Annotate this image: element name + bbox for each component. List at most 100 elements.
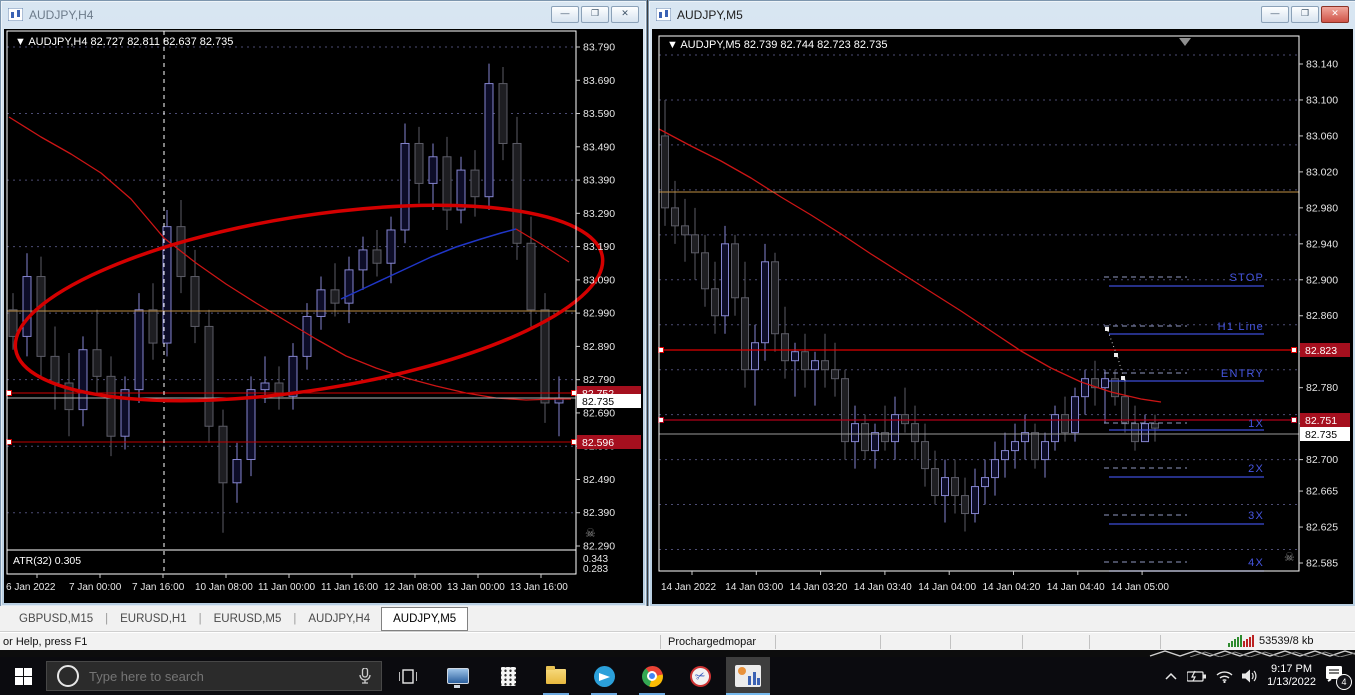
- price-axis-label: 83.100: [1306, 94, 1338, 106]
- price-axis-label: 82.890: [583, 341, 615, 353]
- wifi-icon[interactable]: [1216, 670, 1233, 683]
- chart-area-h4: 83.790 83.690 83.590 83.490 83.390 83.290 83.1…: [4, 29, 643, 603]
- price-axis-label: 82.490: [583, 474, 615, 486]
- chart-tab-audjpy-h4[interactable]: AUDJPY,H4: [297, 609, 381, 629]
- metatrader-icon: [735, 665, 761, 687]
- calculator-icon: [500, 666, 516, 686]
- price-axis-label: 83.190: [583, 241, 615, 253]
- level-label-h1-line: H1 Line: [1218, 321, 1264, 333]
- action-center-button[interactable]: 4: [1325, 665, 1352, 690]
- taskbar-app-file-explorer[interactable]: [534, 657, 578, 695]
- trendline-node: [1105, 327, 1109, 331]
- taskbar-app-telegram[interactable]: [582, 657, 626, 695]
- chart-legend: ▼ AUDJPY,H4 82.727 82.811 82.637 82.735: [15, 36, 233, 48]
- close-icon[interactable]: ✕: [611, 6, 639, 23]
- chart-tab-audjpy-m5[interactable]: AUDJPY,M5: [381, 606, 469, 631]
- price-axis-label: 82.980: [1306, 202, 1338, 214]
- time-axis-label: 13 Jan 16:00: [510, 582, 568, 593]
- wallpaper-pattern: [1149, 650, 1355, 657]
- price-axis-label: 82.790: [583, 374, 615, 386]
- battery-icon[interactable]: [1187, 670, 1207, 682]
- price-axis-label: 83.490: [583, 141, 615, 153]
- price-axis-label: 82.860: [1306, 310, 1338, 322]
- chart-window-audjpy-m5[interactable]: AUDJPY,M5 — ❐ ✕ STOP H1 Line ENTRY 1X 2X 3X 4X…: [648, 0, 1355, 608]
- indicator-label: ATR(32) 0.305: [13, 555, 81, 567]
- price-tag: 82.735: [1305, 429, 1337, 441]
- taskbar-search[interactable]: [46, 661, 382, 691]
- restore-icon[interactable]: ❐: [581, 6, 609, 23]
- window-titlebar[interactable]: AUDJPY,M5 — ❐ ✕: [649, 1, 1355, 28]
- microphone-icon[interactable]: [359, 668, 371, 684]
- close-icon[interactable]: ✕: [1321, 6, 1349, 23]
- trendline-node: [1121, 376, 1125, 380]
- price-axis-label: 83.090: [583, 274, 615, 286]
- level-label-1x: 1X: [1248, 418, 1264, 430]
- system-tray: 9:17 PM 1/13/2022 4: [1164, 657, 1355, 695]
- chart-tab-bar: GBPUSD,M15 | EURUSD,H1 | EURUSD,M5 | AUDJPY,H4…: [0, 606, 1355, 632]
- minimize-icon[interactable]: —: [551, 6, 579, 23]
- taskbar-app-snip[interactable]: ✂: [678, 657, 722, 695]
- start-button[interactable]: [0, 657, 46, 695]
- price-axis-label: 83.140: [1306, 59, 1338, 71]
- price-axis-label: 83.060: [1306, 130, 1338, 142]
- time-axis-label: 14 Jan 2022: [661, 582, 716, 593]
- price-axis-label: 83.690: [583, 75, 615, 87]
- time-axis-label: 11 Jan 16:00: [321, 582, 379, 593]
- chart-window-audjpy-h4[interactable]: AUDJPY,H4 — ❐ ✕ 83.790 83.690 83.590 83.490…: [0, 0, 647, 607]
- time-axis-label: 14 Jan 03:40: [854, 582, 912, 593]
- h4-chart-canvas[interactable]: 83.790 83.690 83.590 83.490 83.390 83.290 83.1…: [4, 29, 643, 603]
- price-axis-label: 83.290: [583, 208, 615, 220]
- chart-tab-eurusd-m5[interactable]: EURUSD,M5: [203, 609, 293, 629]
- m5-chart-canvas[interactable]: STOP H1 Line ENTRY 1X 2X 3X 4X 83.140 83.100 83.0…: [652, 29, 1353, 605]
- time-axis-label: 14 Jan 04:00: [918, 582, 976, 593]
- task-view-button[interactable]: [386, 657, 430, 695]
- price-axis-label: 83.790: [583, 42, 615, 54]
- price-axis-label: 82.900: [1306, 274, 1338, 286]
- price-axis-label: 82.990: [583, 308, 615, 320]
- taskbar-clock[interactable]: 9:17 PM 1/13/2022: [1267, 663, 1316, 689]
- time-axis-label: 14 Jan 05:00: [1111, 582, 1169, 593]
- taskbar-app-metatrader[interactable]: [726, 657, 770, 695]
- price-axis-label: 83.390: [583, 175, 615, 187]
- taskbar: ✂ 9:17 PM 1/13/2022: [0, 657, 1355, 695]
- time-axis-label: 14 Jan 04:40: [1047, 582, 1105, 593]
- level-label-entry: ENTRY: [1221, 368, 1264, 380]
- cortana-icon[interactable]: [57, 665, 79, 687]
- status-help-text: or Help, press F1: [3, 636, 88, 648]
- status-account-name: Prochargedmopar: [668, 636, 757, 648]
- chart-tab-gbpusd-m15[interactable]: GBPUSD,M15: [8, 609, 104, 629]
- desktop-strip: [0, 650, 1355, 657]
- tray-chevron-icon[interactable]: [1164, 671, 1178, 681]
- time-axis-label: 14 Jan 04:20: [983, 582, 1041, 593]
- indicator-axis-value: 0.283: [583, 564, 608, 575]
- price-axis-label: 82.665: [1306, 486, 1338, 498]
- level-label-stop: STOP: [1229, 272, 1264, 284]
- taskbar-app-chrome[interactable]: [630, 657, 674, 695]
- time-axis-label: 7 Jan 16:00: [132, 582, 185, 593]
- minimize-icon[interactable]: —: [1261, 6, 1289, 23]
- speaker-icon[interactable]: [1242, 669, 1258, 683]
- chart-tab-eurusd-h1[interactable]: EURUSD,H1: [109, 609, 197, 629]
- chrome-icon: [641, 665, 663, 687]
- windows-logo-icon: [14, 667, 32, 685]
- desktop: { "icons": {"minimize":"—","restore":"❐"…: [0, 0, 1355, 695]
- skull-icon: ☠: [1284, 550, 1295, 564]
- taskbar-app-pc-settings[interactable]: [436, 657, 480, 695]
- clock-date: 1/13/2022: [1267, 676, 1316, 688]
- traffic-counter: 53539/8 kb: [1259, 635, 1314, 647]
- clock-time: 9:17 PM: [1271, 663, 1313, 675]
- price-axis-label: 82.290: [583, 541, 615, 553]
- search-input[interactable]: [87, 667, 359, 685]
- status-bar: or Help, press F1 Prochargedmopar 53539/…: [0, 632, 1355, 651]
- chart-window-icon: [656, 8, 671, 21]
- price-axis-label: 82.390: [583, 507, 615, 519]
- window-titlebar[interactable]: AUDJPY,H4 — ❐ ✕: [1, 1, 646, 28]
- time-axis-label: 14 Jan 03:20: [790, 582, 848, 593]
- taskbar-app-calculator[interactable]: [486, 657, 530, 695]
- price-axis-label: 82.780: [1306, 382, 1338, 394]
- computer-icon: [447, 668, 469, 688]
- time-axis-label: 14 Jan 03:00: [725, 582, 783, 593]
- level-label-4x: 4X: [1248, 557, 1264, 569]
- restore-icon[interactable]: ❐: [1291, 6, 1319, 23]
- price-axis-label: 82.940: [1306, 238, 1338, 250]
